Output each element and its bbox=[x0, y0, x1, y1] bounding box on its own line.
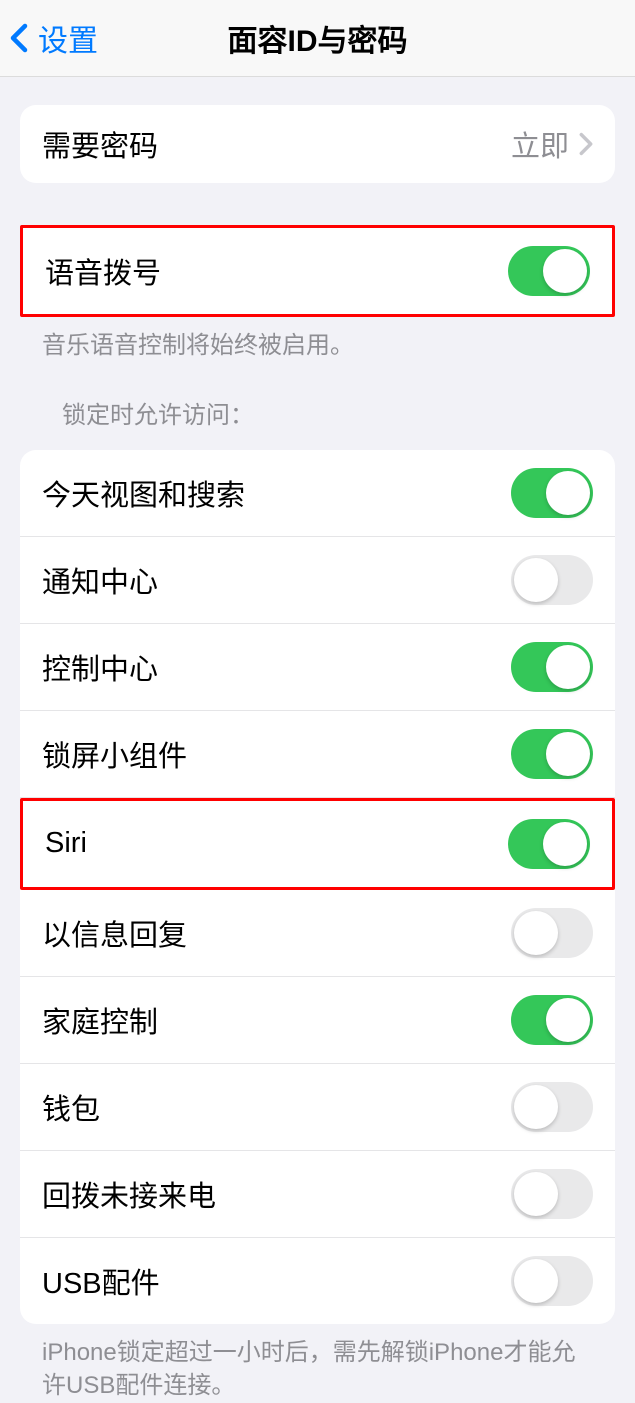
locked-item-row: 今天视图和搜索 bbox=[20, 450, 615, 537]
locked-item-toggle[interactable] bbox=[508, 819, 590, 869]
toggle-knob bbox=[543, 822, 587, 866]
locked-item-toggle[interactable] bbox=[511, 555, 593, 605]
locked-item-row: 通知中心 bbox=[20, 537, 615, 624]
toggle-knob bbox=[514, 1172, 558, 1216]
toggle-knob bbox=[546, 645, 590, 689]
locked-item-row: Siri bbox=[20, 798, 615, 890]
locked-item-toggle[interactable] bbox=[511, 995, 593, 1045]
navigation-header: 设置 面容ID与密码 bbox=[0, 0, 635, 77]
locked-item-toggle[interactable] bbox=[511, 1256, 593, 1306]
locked-access-header: 锁定时允许访问： bbox=[40, 395, 595, 440]
locked-item-row: 控制中心 bbox=[20, 624, 615, 711]
locked-access-footer: iPhone锁定超过一小时后，需先解锁iPhone才能允许USB配件连接。 bbox=[20, 1324, 615, 1403]
voice-dial-toggle[interactable] bbox=[508, 246, 590, 296]
locked-item-label: 通知中心 bbox=[42, 559, 158, 601]
locked-item-row: 以信息回复 bbox=[20, 890, 615, 977]
locked-item-label: 今天视图和搜索 bbox=[42, 472, 245, 514]
locked-item-row: 回拨未接来电 bbox=[20, 1151, 615, 1238]
locked-item-toggle[interactable] bbox=[511, 908, 593, 958]
locked-item-toggle[interactable] bbox=[511, 468, 593, 518]
locked-item-label: 锁屏小组件 bbox=[42, 733, 187, 775]
voice-dial-group: 语音拨号 bbox=[20, 225, 615, 317]
voice-dial-label: 语音拨号 bbox=[45, 250, 161, 292]
page-title: 面容ID与密码 bbox=[228, 16, 408, 60]
toggle-knob bbox=[546, 732, 590, 776]
voice-dial-section: 语音拨号 音乐语音控制将始终被启用。 bbox=[20, 225, 615, 363]
locked-item-label: USB配件 bbox=[42, 1260, 160, 1302]
locked-item-toggle[interactable] bbox=[511, 1082, 593, 1132]
chevron-left-icon bbox=[10, 23, 28, 53]
cell-right-content: 立即 bbox=[511, 123, 593, 165]
locked-item-row: 钱包 bbox=[20, 1064, 615, 1151]
locked-item-row: 家庭控制 bbox=[20, 977, 615, 1064]
locked-item-row: USB配件 bbox=[20, 1238, 615, 1324]
passcode-group: 需要密码 立即 bbox=[20, 105, 615, 183]
require-passcode-row[interactable]: 需要密码 立即 bbox=[20, 105, 615, 183]
locked-item-toggle[interactable] bbox=[511, 729, 593, 779]
locked-item-label: 控制中心 bbox=[42, 646, 158, 688]
locked-access-section: 锁定时允许访问： 今天视图和搜索通知中心控制中心锁屏小组件 Siri 以信息回复家庭… bbox=[20, 395, 615, 1403]
toggle-knob bbox=[514, 911, 558, 955]
locked-item-row: 锁屏小组件 bbox=[20, 711, 615, 798]
toggle-knob bbox=[514, 1085, 558, 1129]
locked-item-label: 以信息回复 bbox=[42, 912, 187, 954]
chevron-right-icon bbox=[579, 132, 593, 156]
toggle-knob bbox=[546, 998, 590, 1042]
locked-item-label: 家庭控制 bbox=[42, 999, 158, 1041]
locked-item-label: Siri bbox=[45, 827, 87, 860]
locked-item-label: 回拨未接来电 bbox=[42, 1173, 216, 1215]
passcode-section: 需要密码 立即 bbox=[20, 105, 615, 183]
back-button[interactable]: 设置 bbox=[10, 16, 98, 60]
locked-item-toggle[interactable] bbox=[511, 1169, 593, 1219]
locked-item-toggle[interactable] bbox=[511, 642, 593, 692]
back-label: 设置 bbox=[38, 16, 98, 60]
toggle-knob bbox=[543, 249, 587, 293]
require-passcode-label: 需要密码 bbox=[42, 123, 158, 165]
toggle-knob bbox=[514, 558, 558, 602]
content-area: 需要密码 立即 语音拨号 音乐语音控制将始终被启用。 锁定时允许访问： 今天 bbox=[0, 105, 635, 1403]
toggle-knob bbox=[514, 1259, 558, 1303]
require-passcode-value: 立即 bbox=[511, 123, 569, 165]
voice-dial-row: 语音拨号 bbox=[23, 228, 612, 314]
locked-access-group: 今天视图和搜索通知中心控制中心锁屏小组件 Siri 以信息回复家庭控制钱包回拨未接来… bbox=[20, 450, 615, 1324]
voice-dial-footer: 音乐语音控制将始终被启用。 bbox=[20, 317, 615, 363]
locked-item-label: 钱包 bbox=[42, 1086, 100, 1128]
toggle-knob bbox=[546, 471, 590, 515]
